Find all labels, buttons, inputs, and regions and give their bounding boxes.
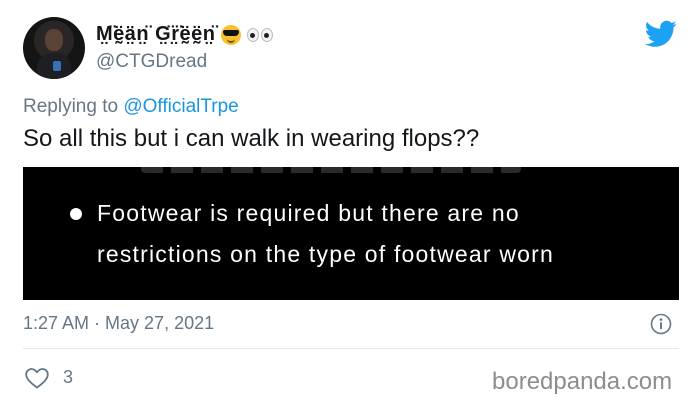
sunglasses-emoji-icon: [221, 24, 242, 45]
avatar-accent: [53, 61, 61, 71]
author-name-row[interactable]: M̤̈ḛ̈ä̤n̤̈ G̤̈r̤̈ḛ̈ḛ̈n̤̈: [96, 23, 274, 46]
info-icon[interactable]: [650, 313, 672, 335]
author-display-name[interactable]: M̤̈ḛ̈ä̤n̤̈ G̤̈r̤̈ḛ̈ḛ̈n̤̈: [96, 23, 215, 46]
tweet-text: So all this but i can walk in wearing fl…: [23, 125, 480, 152]
author-handle[interactable]: @CTGDread: [96, 51, 207, 73]
cropped-text-line: [141, 167, 521, 173]
watermark: boredpanda.com: [492, 368, 673, 395]
eyes-emoji-icon: [247, 27, 274, 42]
avatar[interactable]: [23, 17, 85, 79]
like-count: 3: [63, 367, 74, 387]
heart-icon[interactable]: [24, 366, 50, 390]
bullet-point-icon: [70, 208, 82, 220]
tweet-timestamp[interactable]: 1:27 AM · May 27, 2021: [23, 313, 214, 334]
replying-to: Replying to @OfficialTrpe: [23, 96, 239, 118]
tweet-media-image[interactable]: Footwear is required but there are no re…: [23, 167, 679, 300]
divider: [23, 348, 679, 349]
media-text-line-2: restrictions on the type of footwear wor…: [97, 241, 555, 267]
media-text-line-1: Footwear is required but there are no: [97, 200, 520, 226]
avatar-head: [45, 29, 63, 51]
replying-to-handle-link[interactable]: @OfficialTrpe: [123, 96, 238, 117]
replying-to-prefix: Replying to: [23, 96, 119, 117]
twitter-bird-icon[interactable]: [645, 20, 677, 48]
